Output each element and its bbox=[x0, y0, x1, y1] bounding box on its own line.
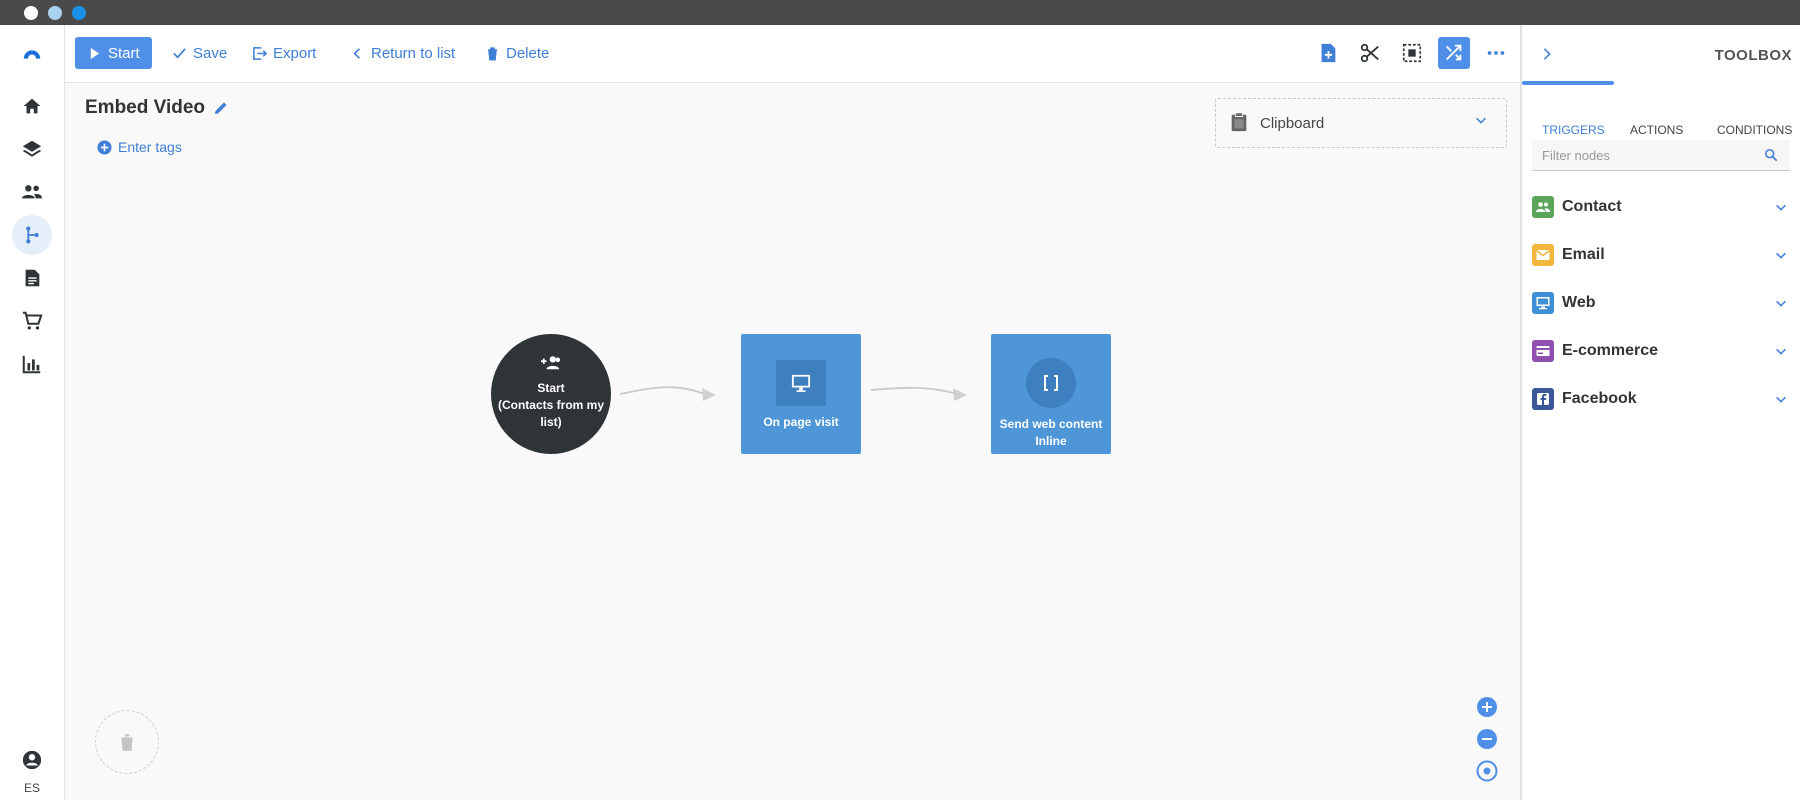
center-view-button[interactable] bbox=[1476, 760, 1498, 782]
brackets-icon bbox=[1044, 375, 1058, 391]
chevron-down-icon bbox=[1776, 252, 1786, 259]
select-all-icon bbox=[1402, 43, 1422, 63]
window-maximize-button[interactable] bbox=[72, 6, 86, 20]
facebook-icon bbox=[1532, 388, 1554, 410]
chevron-down-icon bbox=[1776, 204, 1786, 211]
toolbox-category-contact[interactable]: Contact bbox=[1532, 191, 1788, 223]
window-minimize-button[interactable] bbox=[48, 6, 62, 20]
user-avatar-icon[interactable] bbox=[12, 745, 52, 775]
active-tab-indicator bbox=[1522, 81, 1614, 85]
export-button-label: Export bbox=[273, 44, 317, 62]
editor-toolbar: Start Save Export Return to list Delete bbox=[65, 25, 1520, 83]
workflow-canvas[interactable]: Embed Video Enter tags Clipboard Start (… bbox=[65, 83, 1520, 800]
zoom-in-button[interactable] bbox=[1476, 696, 1498, 718]
trash-icon bbox=[120, 734, 134, 751]
contact-icon bbox=[1532, 196, 1554, 218]
workflow-node-on-page-visit[interactable]: On page visit bbox=[741, 334, 861, 454]
delete-button-label: Delete bbox=[506, 44, 550, 62]
add-note-button[interactable] bbox=[1312, 37, 1344, 69]
window-close-button[interactable] bbox=[24, 6, 38, 20]
sidebar-chart-icon[interactable] bbox=[12, 344, 52, 384]
more-horizontal-icon bbox=[1487, 51, 1505, 55]
chevron-right-icon[interactable] bbox=[1540, 47, 1554, 61]
web-monitor-icon bbox=[1532, 292, 1554, 314]
category-web-label: Web bbox=[1562, 294, 1596, 311]
search-icon[interactable] bbox=[1764, 148, 1778, 162]
tab-triggers[interactable]: TRIGGERS bbox=[1542, 123, 1605, 137]
sidebar-layers-icon[interactable] bbox=[12, 129, 52, 169]
node-send-web-sublabel: Inline bbox=[1035, 434, 1067, 448]
return-button-label: Return to list bbox=[371, 44, 456, 62]
window-titlebar bbox=[0, 0, 1800, 25]
sidebar-flow-icon[interactable] bbox=[12, 215, 52, 255]
auto-layout-button[interactable] bbox=[1438, 37, 1470, 69]
save-button-label: Save bbox=[193, 44, 228, 62]
trash-icon bbox=[487, 46, 498, 61]
filter-nodes-field bbox=[1532, 140, 1790, 171]
toolbox-category-email[interactable]: Email bbox=[1532, 239, 1788, 271]
left-sidebar: ES bbox=[0, 25, 65, 800]
chevron-left-icon bbox=[353, 47, 360, 59]
delete-button[interactable]: Delete bbox=[485, 37, 549, 69]
node-start-sublabel: (Contacts from my list) bbox=[497, 398, 604, 429]
chevron-down-icon bbox=[1776, 348, 1786, 355]
workflow-node-send-web-content[interactable]: Send web content Inline bbox=[991, 334, 1111, 454]
node-start-label: Start bbox=[537, 381, 565, 395]
trash-drop-zone[interactable] bbox=[95, 710, 159, 774]
node-send-web-label: Send web content bbox=[999, 417, 1103, 431]
start-button-label: Start bbox=[108, 44, 140, 62]
toolbox-title: TOOLBOX bbox=[1714, 47, 1792, 64]
scissors-icon bbox=[1360, 43, 1379, 63]
note-add-icon bbox=[1321, 43, 1336, 63]
select-all-button[interactable] bbox=[1396, 37, 1428, 69]
start-button[interactable]: Start bbox=[75, 37, 152, 69]
credit-card-icon bbox=[1532, 340, 1554, 362]
toolbox-panel: TOOLBOX TRIGGERS ACTIONS CONDITIONS Cont… bbox=[1520, 25, 1800, 800]
filter-nodes-input[interactable] bbox=[1532, 140, 1754, 170]
more-options-button[interactable] bbox=[1480, 37, 1512, 69]
cut-button[interactable] bbox=[1354, 37, 1386, 69]
return-to-list-button[interactable]: Return to list bbox=[350, 37, 455, 69]
toolbox-tabs: TRIGGERS ACTIONS CONDITIONS bbox=[1522, 81, 1800, 143]
chevron-down-icon bbox=[1776, 300, 1786, 307]
save-button[interactable]: Save bbox=[172, 37, 227, 69]
export-icon bbox=[253, 46, 267, 60]
workflow-node-start[interactable]: Start (Contacts from my list) bbox=[491, 334, 611, 454]
group-add-icon bbox=[541, 356, 561, 370]
category-contact-label: Contact bbox=[1562, 198, 1622, 215]
sidebar-cart-icon[interactable] bbox=[12, 301, 52, 341]
category-ecommerce-label: E-commerce bbox=[1562, 342, 1659, 359]
language-label[interactable]: ES bbox=[0, 781, 64, 795]
app-logo[interactable] bbox=[12, 35, 52, 75]
toolbox-category-ecommerce[interactable]: E-commerce bbox=[1532, 335, 1788, 367]
sidebar-document-icon[interactable] bbox=[12, 258, 52, 298]
shuffle-icon bbox=[1446, 44, 1462, 61]
category-facebook-label: Facebook bbox=[1562, 390, 1637, 407]
node-page-visit-label: On page visit bbox=[763, 415, 839, 429]
zoom-out-button[interactable] bbox=[1476, 728, 1498, 750]
play-icon bbox=[90, 47, 100, 59]
sidebar-home-icon[interactable] bbox=[12, 86, 52, 126]
tab-conditions[interactable]: CONDITIONS bbox=[1717, 123, 1792, 137]
toolbox-category-facebook[interactable]: Facebook bbox=[1532, 383, 1788, 415]
chevron-down-icon bbox=[1776, 396, 1786, 403]
email-icon bbox=[1532, 244, 1554, 266]
export-button[interactable]: Export bbox=[252, 37, 316, 69]
toolbox-category-web[interactable]: Web bbox=[1532, 287, 1788, 319]
check-icon bbox=[173, 47, 186, 58]
tab-actions[interactable]: ACTIONS bbox=[1630, 123, 1683, 137]
toolbox-header: TOOLBOX bbox=[1522, 25, 1800, 83]
sidebar-people-icon[interactable] bbox=[12, 172, 52, 212]
monitor-icon bbox=[791, 374, 811, 392]
category-email-label: Email bbox=[1562, 246, 1605, 263]
